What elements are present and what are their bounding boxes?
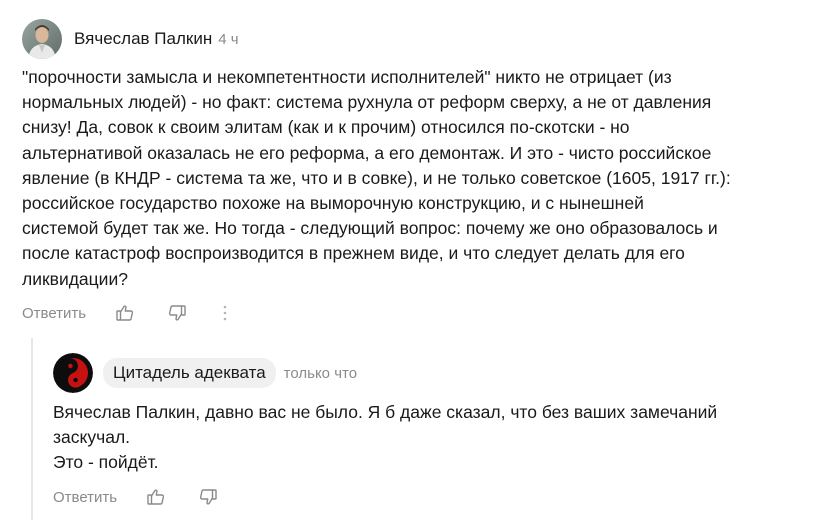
- reply-button[interactable]: Ответить: [53, 489, 117, 506]
- author-name[interactable]: Цитадель адеквата: [103, 358, 276, 388]
- avatar[interactable]: [22, 19, 62, 59]
- dislike-button[interactable]: [197, 486, 219, 508]
- dislike-button[interactable]: [166, 302, 188, 324]
- thumb-down-icon: [200, 489, 217, 505]
- comment-actions: Ответить: [22, 300, 236, 326]
- more-vertical-icon: [223, 305, 227, 321]
- comment-text: Вячеслав Палкин, давно вас не было. Я б …: [53, 402, 718, 473]
- like-button[interactable]: [114, 302, 136, 324]
- more-options-button[interactable]: [214, 302, 236, 324]
- thumb-down-icon: [169, 305, 186, 321]
- comment-header: Цитадель адеквата только что: [53, 352, 357, 394]
- timestamp: 4 ч: [218, 30, 239, 48]
- comment-actions: Ответить: [53, 484, 219, 510]
- comment-header: Вячеслав Палкин 4 ч: [22, 18, 239, 60]
- author-name[interactable]: Вячеслав Палкин: [74, 29, 212, 49]
- thumb-up-icon: [116, 305, 134, 321]
- timestamp: только что: [283, 364, 358, 382]
- thread-line: [31, 338, 33, 520]
- thumb-up-icon: [147, 489, 165, 505]
- yin-yang-icon: [53, 353, 93, 393]
- user-photo-icon: [22, 19, 62, 59]
- like-button[interactable]: [145, 486, 167, 508]
- comment-text: "порочности замысла и некомпетентности и…: [22, 67, 731, 289]
- reply-button[interactable]: Ответить: [22, 305, 86, 322]
- avatar[interactable]: [53, 353, 93, 393]
